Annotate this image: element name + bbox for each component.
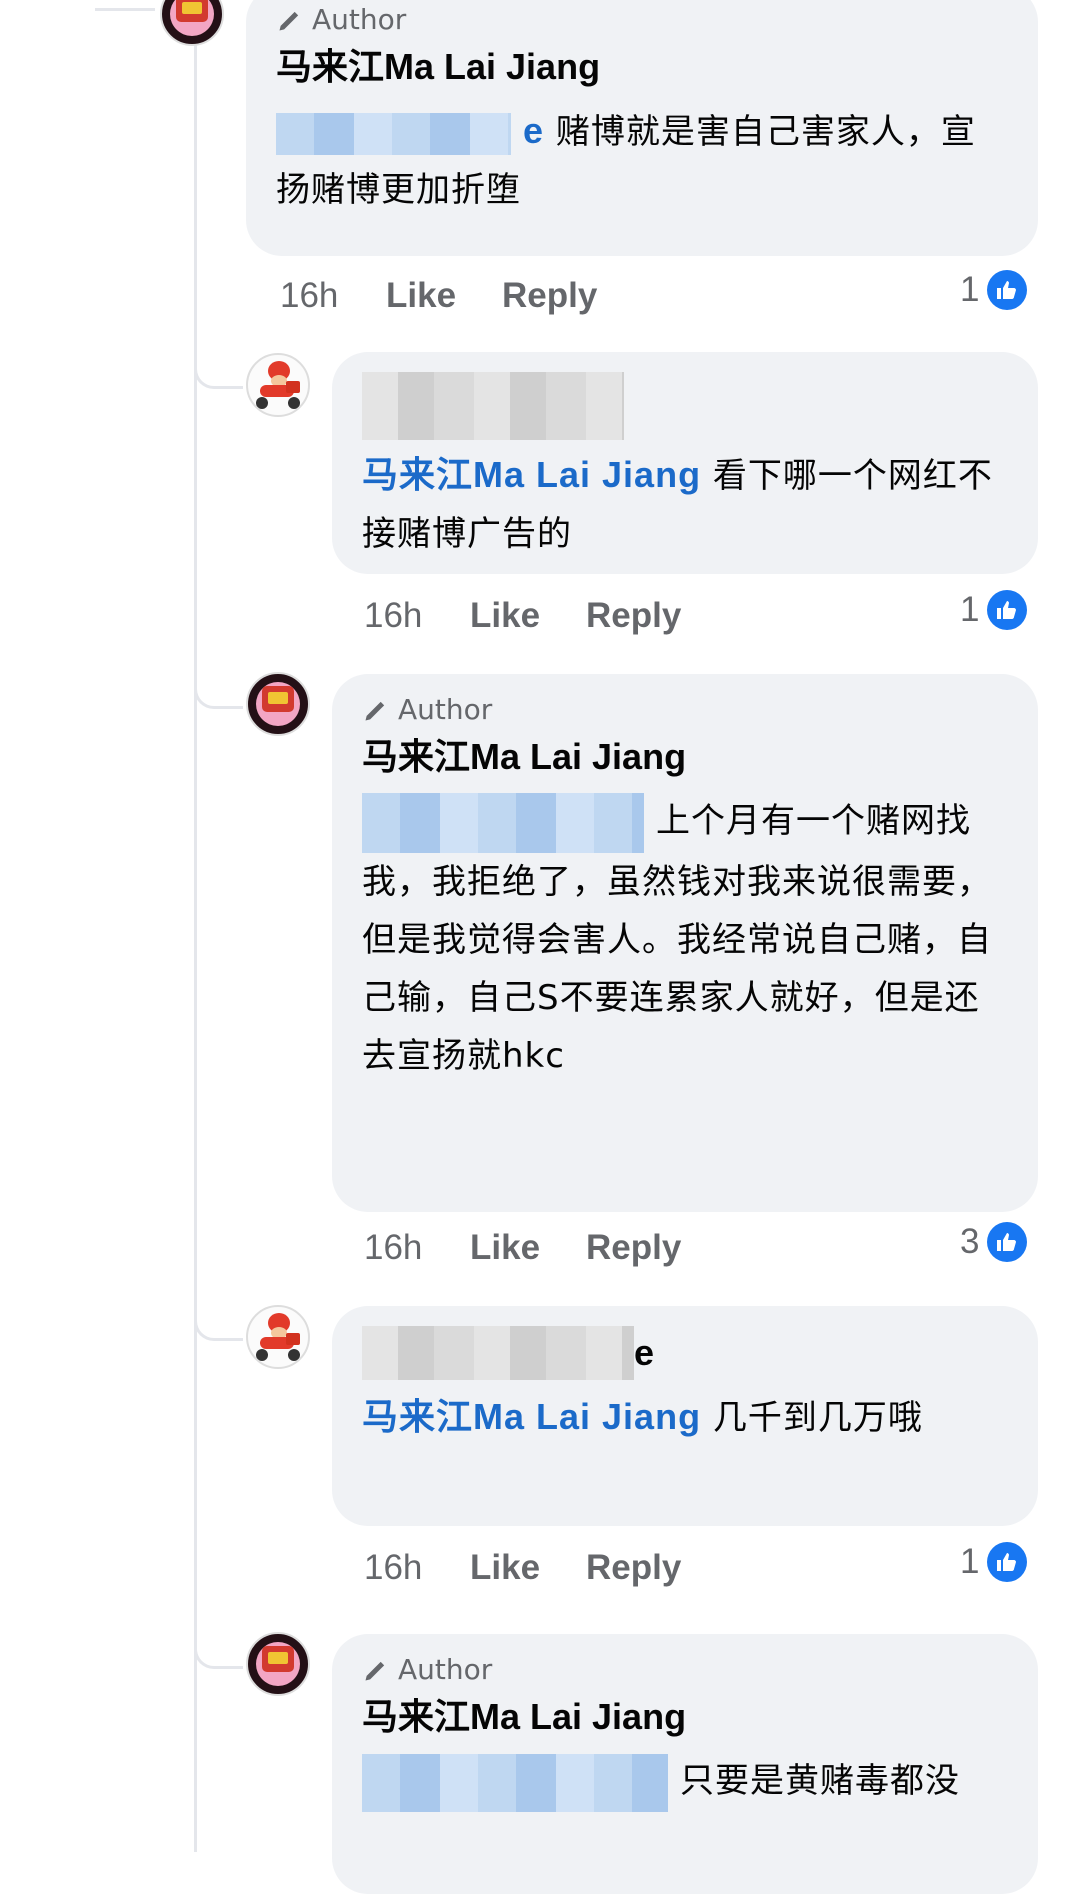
comment-text: e 赌博就是害自己害家人，宣扬赌博更加折堕 bbox=[276, 110, 976, 210]
reply-button[interactable]: Reply bbox=[586, 1548, 681, 1588]
like-thumb-icon bbox=[987, 1222, 1028, 1262]
comment-text: 马来江Ma Lai Jiang 看下哪一个网红不接赌博广告的 bbox=[362, 454, 993, 554]
mention-tail[interactable]: e bbox=[523, 110, 544, 151]
author-avatar[interactable] bbox=[246, 672, 310, 736]
comment-text: 上个月有一个赌网找我，我拒绝了，虽然钱对我来说很需要，但是我觉得会害人。我经常说… bbox=[362, 792, 1008, 1085]
like-button[interactable]: Like bbox=[470, 1228, 586, 1268]
blurred-mention bbox=[362, 1753, 668, 1812]
timestamp[interactable]: 16h bbox=[364, 1228, 470, 1268]
reaction-count[interactable]: 1 bbox=[960, 1542, 1028, 1582]
reaction-count[interactable]: 3 bbox=[960, 1222, 1028, 1262]
author-badge: Author bbox=[276, 2, 1008, 38]
commenter-name[interactable]: 马来江Ma Lai Jiang bbox=[362, 1694, 1008, 1740]
like-button[interactable]: Like bbox=[470, 596, 586, 636]
like-thumb-icon bbox=[987, 270, 1028, 310]
thread-connector bbox=[194, 1312, 243, 1341]
mention-link[interactable]: 马来江Ma Lai Jiang bbox=[362, 1396, 701, 1437]
pen-icon bbox=[365, 701, 385, 721]
reaction-count[interactable]: 1 bbox=[960, 270, 1028, 310]
timestamp[interactable]: 16h bbox=[280, 276, 386, 316]
thread-connector bbox=[194, 360, 243, 389]
timestamp[interactable]: 16h bbox=[364, 1548, 470, 1588]
thread-line bbox=[194, 0, 197, 1852]
pen-icon bbox=[365, 1661, 385, 1681]
reply-button[interactable]: Reply bbox=[502, 276, 597, 316]
commenter-name[interactable]: 马来江Ma Lai Jiang bbox=[276, 44, 1008, 90]
reply-button[interactable]: Reply bbox=[586, 596, 681, 636]
comment-actions: 16h Like Reply bbox=[364, 592, 681, 640]
mention-link[interactable]: 马来江Ma Lai Jiang bbox=[362, 454, 701, 495]
author-avatar[interactable] bbox=[246, 1632, 310, 1696]
like-thumb-icon bbox=[987, 590, 1028, 630]
author-avatar[interactable] bbox=[160, 0, 224, 46]
like-button[interactable]: Like bbox=[470, 1548, 586, 1588]
author-badge: Author bbox=[362, 692, 1008, 728]
comment-actions: 16h Like Reply bbox=[280, 272, 597, 320]
thread-connector bbox=[194, 1640, 243, 1669]
comment-actions: 16h Like Reply bbox=[364, 1224, 681, 1272]
like-button[interactable]: Like bbox=[386, 276, 502, 316]
comment-text: 只要是黄赌毒都没 bbox=[362, 1752, 1008, 1812]
blurred-mention bbox=[362, 792, 644, 853]
thread-connector bbox=[95, 8, 155, 11]
reaction-count[interactable]: 1 bbox=[960, 590, 1028, 630]
user-avatar[interactable] bbox=[246, 1305, 310, 1369]
commenter-name-redacted[interactable] bbox=[362, 372, 1008, 440]
user-avatar[interactable] bbox=[246, 353, 310, 417]
commenter-name-redacted[interactable]: e bbox=[362, 1326, 1008, 1380]
like-thumb-icon bbox=[987, 1542, 1028, 1582]
reply-button[interactable]: Reply bbox=[586, 1228, 681, 1268]
comment-actions: 16h Like Reply bbox=[364, 1544, 681, 1592]
blurred-mention bbox=[276, 112, 511, 155]
comment-bubble: Author 马来江Ma Lai Jiang 只要是黄赌毒都没 bbox=[332, 1634, 1038, 1894]
author-badge: Author bbox=[362, 1652, 1008, 1688]
comment-text: 马来江Ma Lai Jiang 几千到几万哦 bbox=[362, 1396, 923, 1438]
timestamp[interactable]: 16h bbox=[364, 596, 470, 636]
thread-connector bbox=[194, 680, 243, 709]
comment-bubble: Author 马来江Ma Lai Jiang e 赌博就是害自己害家人，宣扬赌博… bbox=[246, 0, 1038, 256]
commenter-name[interactable]: 马来江Ma Lai Jiang bbox=[362, 734, 1008, 780]
pen-icon bbox=[279, 11, 299, 31]
comment-bubble: Author 马来江Ma Lai Jiang 上个月有一个赌网找我，我拒绝了，虽… bbox=[332, 674, 1038, 1212]
comment-bubble: e 马来江Ma Lai Jiang 几千到几万哦 bbox=[332, 1306, 1038, 1526]
comment-bubble: 马来江Ma Lai Jiang 看下哪一个网红不接赌博广告的 bbox=[332, 352, 1038, 574]
